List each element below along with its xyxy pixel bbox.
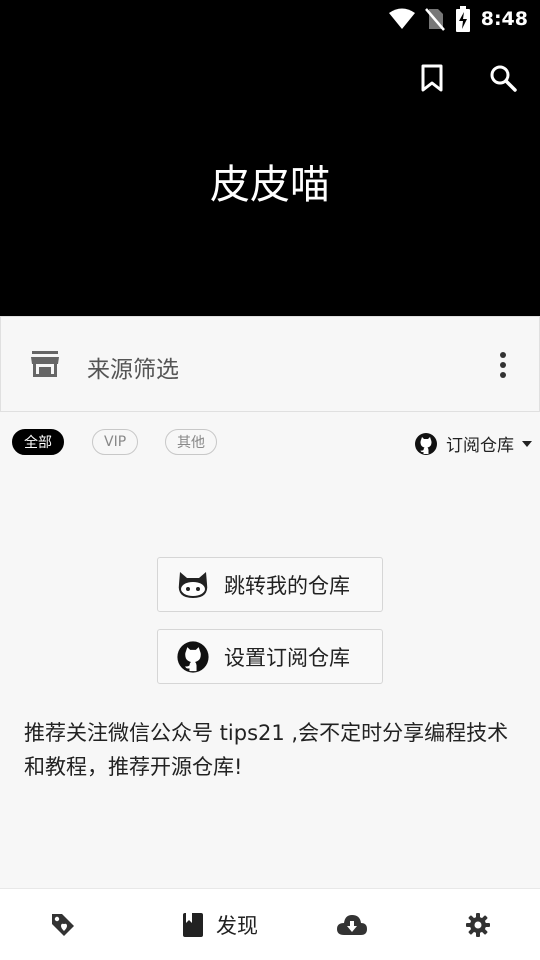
status-bar: 8:48	[0, 0, 540, 38]
search-icon	[490, 65, 517, 92]
app-title: 皮皮喵	[210, 162, 330, 208]
tag-icon	[52, 914, 74, 936]
github-icon	[177, 640, 209, 673]
subscribe-repo-label: 订阅仓库	[446, 436, 514, 456]
book-icon	[183, 913, 203, 937]
chip-other[interactable]: 其他	[165, 429, 217, 455]
status-time: 8:48	[480, 8, 528, 30]
wifi-icon	[388, 8, 415, 29]
gear-icon	[466, 913, 490, 937]
more-vertical-icon	[500, 352, 506, 378]
source-filter-label: 来源筛选	[87, 357, 179, 383]
subscribe-repo-dropdown[interactable]: 订阅仓库	[414, 431, 532, 456]
wechat-notice-text: 推荐关注微信公众号 tips21 ,会不定时分享编程技术和教程，推荐开源仓库!	[24, 721, 509, 779]
github-icon	[415, 432, 437, 455]
more-options-button[interactable]	[487, 345, 519, 385]
search-button[interactable]	[483, 58, 523, 98]
github-cat-icon	[178, 571, 208, 598]
dropdown-arrow-icon	[522, 440, 532, 447]
bookmark-icon	[421, 64, 443, 92]
jump-my-repo-button[interactable]: 跳转我的仓库	[157, 557, 383, 612]
source-filter-row[interactable]: 来源筛选	[0, 316, 540, 412]
cloud-download-icon	[337, 915, 367, 935]
jump-my-repo-label: 跳转我的仓库	[224, 573, 350, 598]
set-subscribe-repo-label: 设置订阅仓库	[224, 645, 350, 670]
status-icons: 8:48	[388, 6, 528, 32]
nav-discover-label: 发现	[216, 914, 258, 938]
no-sim-icon	[424, 8, 445, 31]
battery-charging-icon	[455, 6, 470, 32]
nav-discover[interactable]: 发现	[170, 889, 270, 960]
nav-downloads[interactable]	[334, 889, 370, 960]
nav-tags[interactable]	[40, 889, 86, 960]
app-header: 8:48 皮皮喵	[0, 0, 540, 316]
store-icon	[31, 351, 59, 377]
nav-settings[interactable]	[460, 889, 496, 960]
set-subscribe-repo-button[interactable]: 设置订阅仓库	[157, 629, 383, 684]
bookmark-button[interactable]	[412, 58, 452, 98]
chip-all[interactable]: 全部	[12, 429, 64, 455]
chip-vip[interactable]: VIP	[92, 429, 139, 455]
bottom-nav: 发现	[0, 888, 540, 960]
